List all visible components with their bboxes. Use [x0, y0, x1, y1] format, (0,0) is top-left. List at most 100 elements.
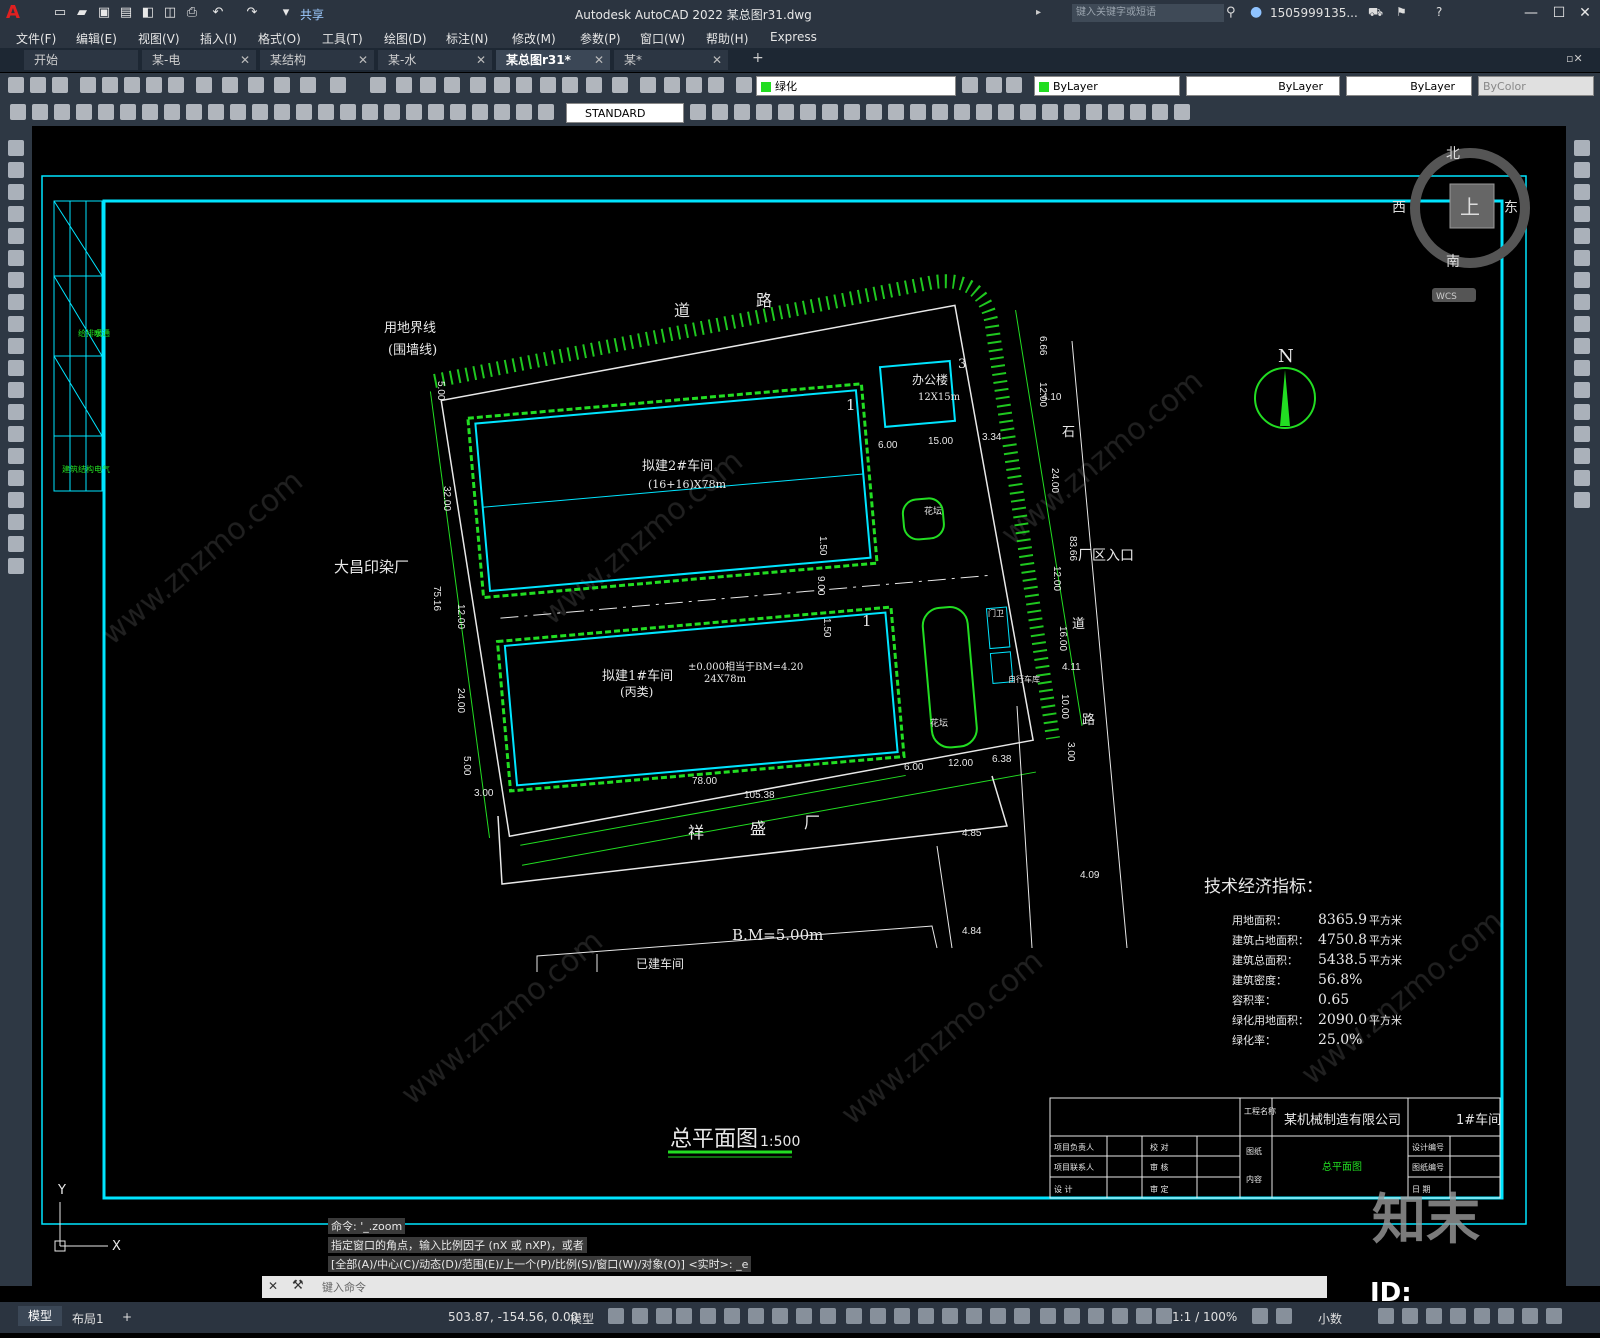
dimension-tool-icon-27[interactable] — [734, 104, 750, 120]
draw-tool-icon-2[interactable] — [8, 184, 24, 200]
dimension-tool-icon-17[interactable] — [384, 104, 400, 120]
account-icon[interactable]: ⚑ — [1396, 5, 1407, 19]
status-toggle-icon-16[interactable] — [990, 1308, 1006, 1324]
menu-item-9[interactable]: 参数(P) — [580, 30, 621, 47]
toolbar-icon-18[interactable] — [470, 77, 486, 93]
layer-tool-icon-1[interactable] — [986, 77, 1002, 93]
dimension-tool-icon-11[interactable] — [252, 104, 268, 120]
search-icon[interactable]: ⚲ — [1226, 5, 1236, 20]
dimension-tool-icon-30[interactable] — [800, 104, 816, 120]
toolbar-icon-22[interactable] — [562, 77, 578, 93]
share-button[interactable]: 共享 — [300, 6, 324, 23]
dimension-tool-icon-14[interactable] — [318, 104, 334, 120]
toolbar-icon-4[interactable] — [102, 77, 118, 93]
menu-item-2[interactable]: 视图(V) — [138, 30, 180, 47]
modify-tool-icon-9[interactable] — [1574, 338, 1590, 354]
dimension-tool-icon-45[interactable] — [1130, 104, 1146, 120]
linetype-dropdown[interactable]: ByLayer — [1186, 76, 1340, 96]
user-name[interactable]: 1505999135... — [1270, 6, 1358, 20]
minimize-button[interactable]: — — [1518, 2, 1544, 24]
dimension-tool-icon-44[interactable] — [1108, 104, 1124, 120]
dimension-tool-icon-6[interactable] — [142, 104, 158, 120]
menu-item-11[interactable]: 帮助(H) — [706, 30, 748, 47]
tab-structure[interactable]: 某结构 ✕ — [260, 50, 374, 70]
dimension-tool-icon-25[interactable] — [690, 104, 706, 120]
dimension-tool-icon-10[interactable] — [230, 104, 246, 120]
draw-tool-icon-16[interactable] — [8, 492, 24, 508]
dimension-tool-icon-31[interactable] — [822, 104, 838, 120]
dimension-tool-icon-32[interactable] — [844, 104, 860, 120]
modify-tool-icon-10[interactable] — [1574, 360, 1590, 376]
draw-tool-icon-7[interactable] — [8, 294, 24, 310]
dimension-tool-icon-18[interactable] — [406, 104, 422, 120]
draw-tool-icon-14[interactable] — [8, 448, 24, 464]
draw-tool-icon-18[interactable] — [8, 536, 24, 552]
dimension-tool-icon-33[interactable] — [866, 104, 882, 120]
dimension-tool-icon-7[interactable] — [164, 104, 180, 120]
cart-icon[interactable]: ⛟ — [1368, 5, 1383, 21]
tab-start[interactable]: 开始 — [24, 50, 138, 70]
toolbar-icon-16[interactable] — [420, 77, 436, 93]
draw-tool-icon-4[interactable] — [8, 228, 24, 244]
status-toggle-icon-27[interactable] — [1402, 1308, 1418, 1324]
menu-item-8[interactable]: 修改(M) — [512, 30, 556, 47]
toolbar-icon-10[interactable] — [248, 77, 264, 93]
tab-other[interactable]: 某* ✕ — [614, 50, 728, 70]
dimension-tool-icon-36[interactable] — [932, 104, 948, 120]
save-icon[interactable]: ▣ — [96, 5, 112, 21]
undo-icon[interactable]: ↶ — [210, 5, 226, 21]
command-input[interactable]: ✕ ⚒ 键入命令 — [262, 1276, 1327, 1298]
units-dropdown[interactable]: 小数 — [1318, 1310, 1342, 1327]
menu-item-7[interactable]: 标注(N) — [446, 30, 488, 47]
dimension-tool-icon-21[interactable] — [472, 104, 488, 120]
draw-tool-icon-13[interactable] — [8, 426, 24, 442]
dimension-tool-icon-3[interactable] — [76, 104, 92, 120]
new-tab-button[interactable]: + — [752, 50, 764, 66]
menu-item-5[interactable]: 工具(T) — [322, 30, 363, 47]
status-toggle-icon-20[interactable] — [1088, 1308, 1104, 1324]
color-dropdown[interactable]: ByLayer — [1034, 76, 1180, 96]
draw-tool-icon-17[interactable] — [8, 514, 24, 530]
status-toggle-icon-24[interactable] — [1252, 1308, 1268, 1324]
dimension-tool-icon-20[interactable] — [450, 104, 466, 120]
toolbar-icon-21[interactable] — [540, 77, 556, 93]
menu-item-4[interactable]: 格式(O) — [258, 30, 301, 47]
dimension-tool-icon-29[interactable] — [778, 104, 794, 120]
help-icon[interactable]: ? — [1436, 5, 1442, 19]
modify-tool-icon-3[interactable] — [1574, 206, 1590, 222]
lineweight-dropdown[interactable]: ByLayer — [1346, 76, 1472, 96]
status-toggle-icon-4[interactable] — [700, 1308, 716, 1324]
draw-tool-icon-15[interactable] — [8, 470, 24, 486]
status-toggle-icon-5[interactable] — [724, 1308, 740, 1324]
status-toggle-icon-2[interactable] — [656, 1308, 672, 1324]
status-toggle-icon-19[interactable] — [1064, 1308, 1080, 1324]
toolbar-icon-9[interactable] — [222, 77, 238, 93]
toolbar-icon-23[interactable] — [586, 77, 602, 93]
draw-tool-icon-3[interactable] — [8, 206, 24, 222]
tab-site-plan[interactable]: 某总图r31* ✕ — [496, 50, 610, 70]
expand-icon[interactable]: ▸ — [1036, 7, 1041, 18]
toolbar-icon-1[interactable] — [30, 77, 46, 93]
status-toggle-icon-7[interactable] — [772, 1308, 788, 1324]
toolbar-icon-27[interactable] — [686, 77, 702, 93]
menu-item-6[interactable]: 绘图(D) — [384, 30, 427, 47]
model-tab[interactable]: 模型 — [18, 1306, 62, 1326]
dimension-tool-icon-4[interactable] — [98, 104, 114, 120]
dimension-tool-icon-15[interactable] — [340, 104, 356, 120]
print-icon[interactable]: ⎙ — [184, 5, 200, 21]
status-toggle-icon-22[interactable] — [1136, 1308, 1152, 1324]
status-toggle-icon-1[interactable] — [632, 1308, 648, 1324]
toolbar-icon-7[interactable] — [168, 77, 184, 93]
layer-tool-icon-0[interactable] — [962, 77, 978, 93]
status-toggle-icon-15[interactable] — [966, 1308, 982, 1324]
status-toggle-icon-14[interactable] — [942, 1308, 958, 1324]
dimension-tool-icon-38[interactable] — [976, 104, 992, 120]
maximize-button[interactable]: ☐ — [1546, 2, 1572, 24]
dimension-tool-icon-40[interactable] — [1020, 104, 1036, 120]
status-toggle-icon-30[interactable] — [1474, 1308, 1490, 1324]
open-icon[interactable]: ▰ — [74, 5, 90, 21]
status-toggle-icon-13[interactable] — [918, 1308, 934, 1324]
modify-tool-icon-0[interactable] — [1574, 140, 1590, 156]
toolbar-icon-5[interactable] — [124, 77, 140, 93]
status-toggle-icon-8[interactable] — [796, 1308, 812, 1324]
